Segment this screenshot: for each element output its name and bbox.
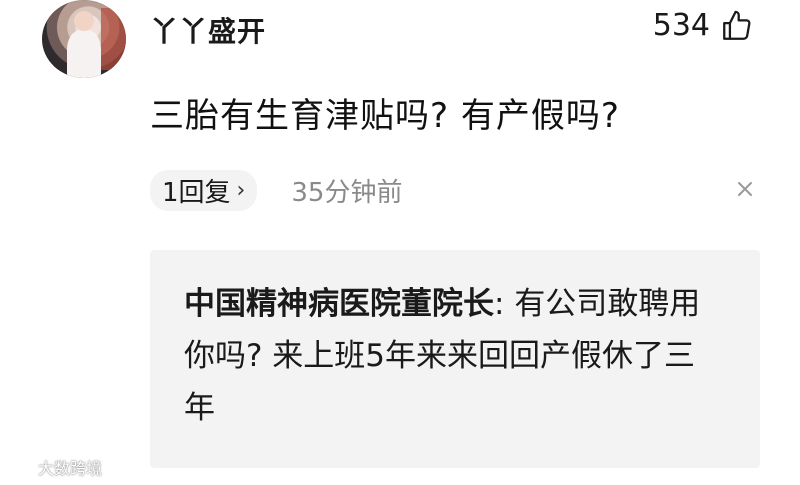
close-icon[interactable] xyxy=(730,174,760,204)
like-count: 534 xyxy=(652,8,710,43)
thumbs-up-icon[interactable] xyxy=(720,9,754,43)
watermark-text: 大数跨境 xyxy=(38,459,103,478)
avatar-background xyxy=(100,7,126,71)
watermark: 大数跨境 xyxy=(10,455,102,479)
reply-separator: : xyxy=(494,286,515,322)
reply-count-label: 1回复 xyxy=(162,177,231,208)
comment-text: 三胎有生育津贴吗? 有产假吗? xyxy=(150,96,620,136)
view-replies-button[interactable]: 1回复 › xyxy=(150,169,258,211)
avatar[interactable] xyxy=(42,0,126,78)
avatar-figure-body xyxy=(67,29,101,78)
comment-meta-row: 1回复 › 35分钟前 xyxy=(150,169,760,211)
watermark-logo-icon xyxy=(11,461,31,473)
chevron-right-icon: › xyxy=(236,177,246,203)
reply-preview[interactable]: 中国精神病医院董院长: 有公司敢聘用你吗? 来上班5年来来回回产假休了三年 xyxy=(150,250,760,468)
like-button[interactable]: 534 xyxy=(653,8,754,43)
username[interactable]: 丫丫盛开 xyxy=(150,10,266,50)
comment-card: 丫丫盛开 534 三胎有生育津贴吗? 有产假吗? 1回复 › 35分钟前 中国精… xyxy=(0,0,800,485)
reply-author[interactable]: 中国精神病医院董院长 xyxy=(184,286,494,322)
timestamp: 35分钟前 xyxy=(291,177,403,208)
avatar-figure-head xyxy=(73,10,95,32)
